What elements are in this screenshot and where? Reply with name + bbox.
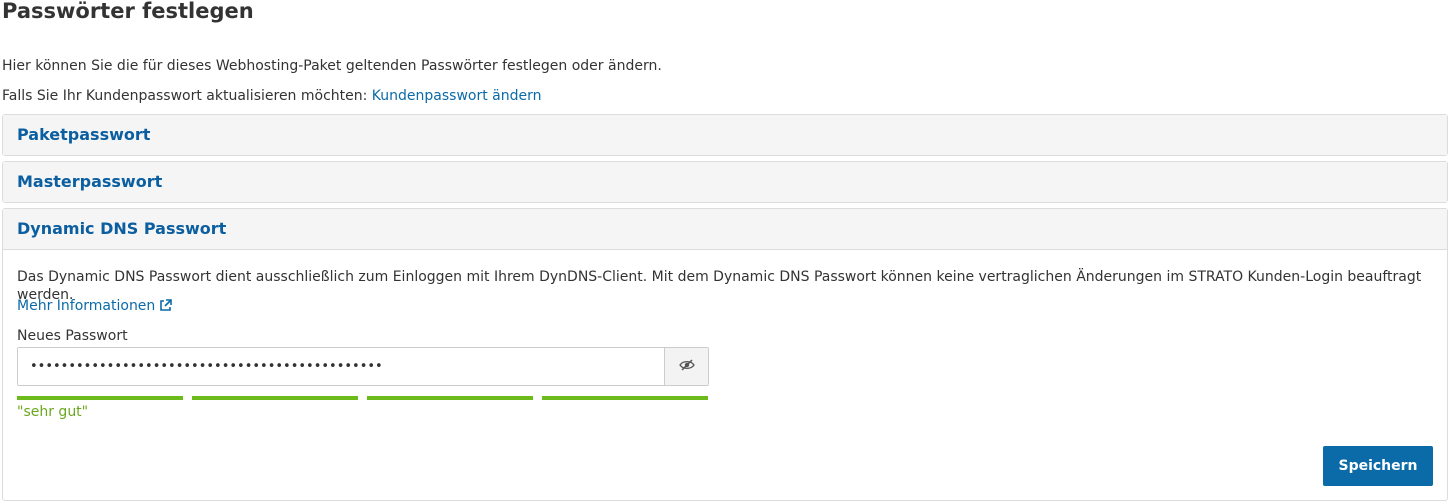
new-password-input[interactable] — [18, 348, 664, 385]
panel-paketpasswort: Paketpasswort — [2, 114, 1448, 156]
page-title: Passwörter festlegen — [2, 0, 254, 23]
panel-masterpasswort: Masterpasswort — [2, 161, 1448, 203]
customer-password-hint: Falls Sie Ihr Kundenpasswort aktualisier… — [2, 87, 542, 105]
strength-segment — [192, 396, 358, 400]
intro-text: Hier können Sie die für dieses Webhostin… — [2, 58, 662, 74]
password-field-group — [17, 347, 709, 386]
password-strength-meter — [17, 396, 709, 400]
new-password-label: Neues Passwort — [17, 328, 128, 344]
strength-segment — [542, 396, 708, 400]
save-button[interactable]: Speichern — [1323, 446, 1433, 486]
external-link-icon — [159, 299, 173, 317]
customer-password-link[interactable]: Kundenpasswort ändern — [372, 88, 542, 104]
eye-slash-icon — [678, 358, 695, 375]
panel-header-masterpasswort[interactable]: Masterpasswort — [3, 162, 1447, 202]
password-strength-label: "sehr gut" — [17, 404, 89, 420]
strength-segment — [367, 396, 533, 400]
panel-header-dynamic-dns[interactable]: Dynamic DNS Passwort — [3, 209, 1447, 250]
strength-segment — [17, 396, 183, 400]
more-info: Mehr Informationen — [17, 297, 173, 317]
panel-dynamic-dns: Dynamic DNS Passwort Das Dynamic DNS Pas… — [2, 208, 1448, 501]
dyndns-description: Das Dynamic DNS Passwort dient ausschlie… — [17, 269, 1422, 303]
toggle-password-visibility-button[interactable] — [664, 348, 708, 385]
customer-hint-text: Falls Sie Ihr Kundenpasswort aktualisier… — [2, 88, 372, 104]
panel-header-paketpasswort[interactable]: Paketpasswort — [3, 115, 1447, 155]
more-info-link[interactable]: Mehr Informationen — [17, 298, 155, 314]
